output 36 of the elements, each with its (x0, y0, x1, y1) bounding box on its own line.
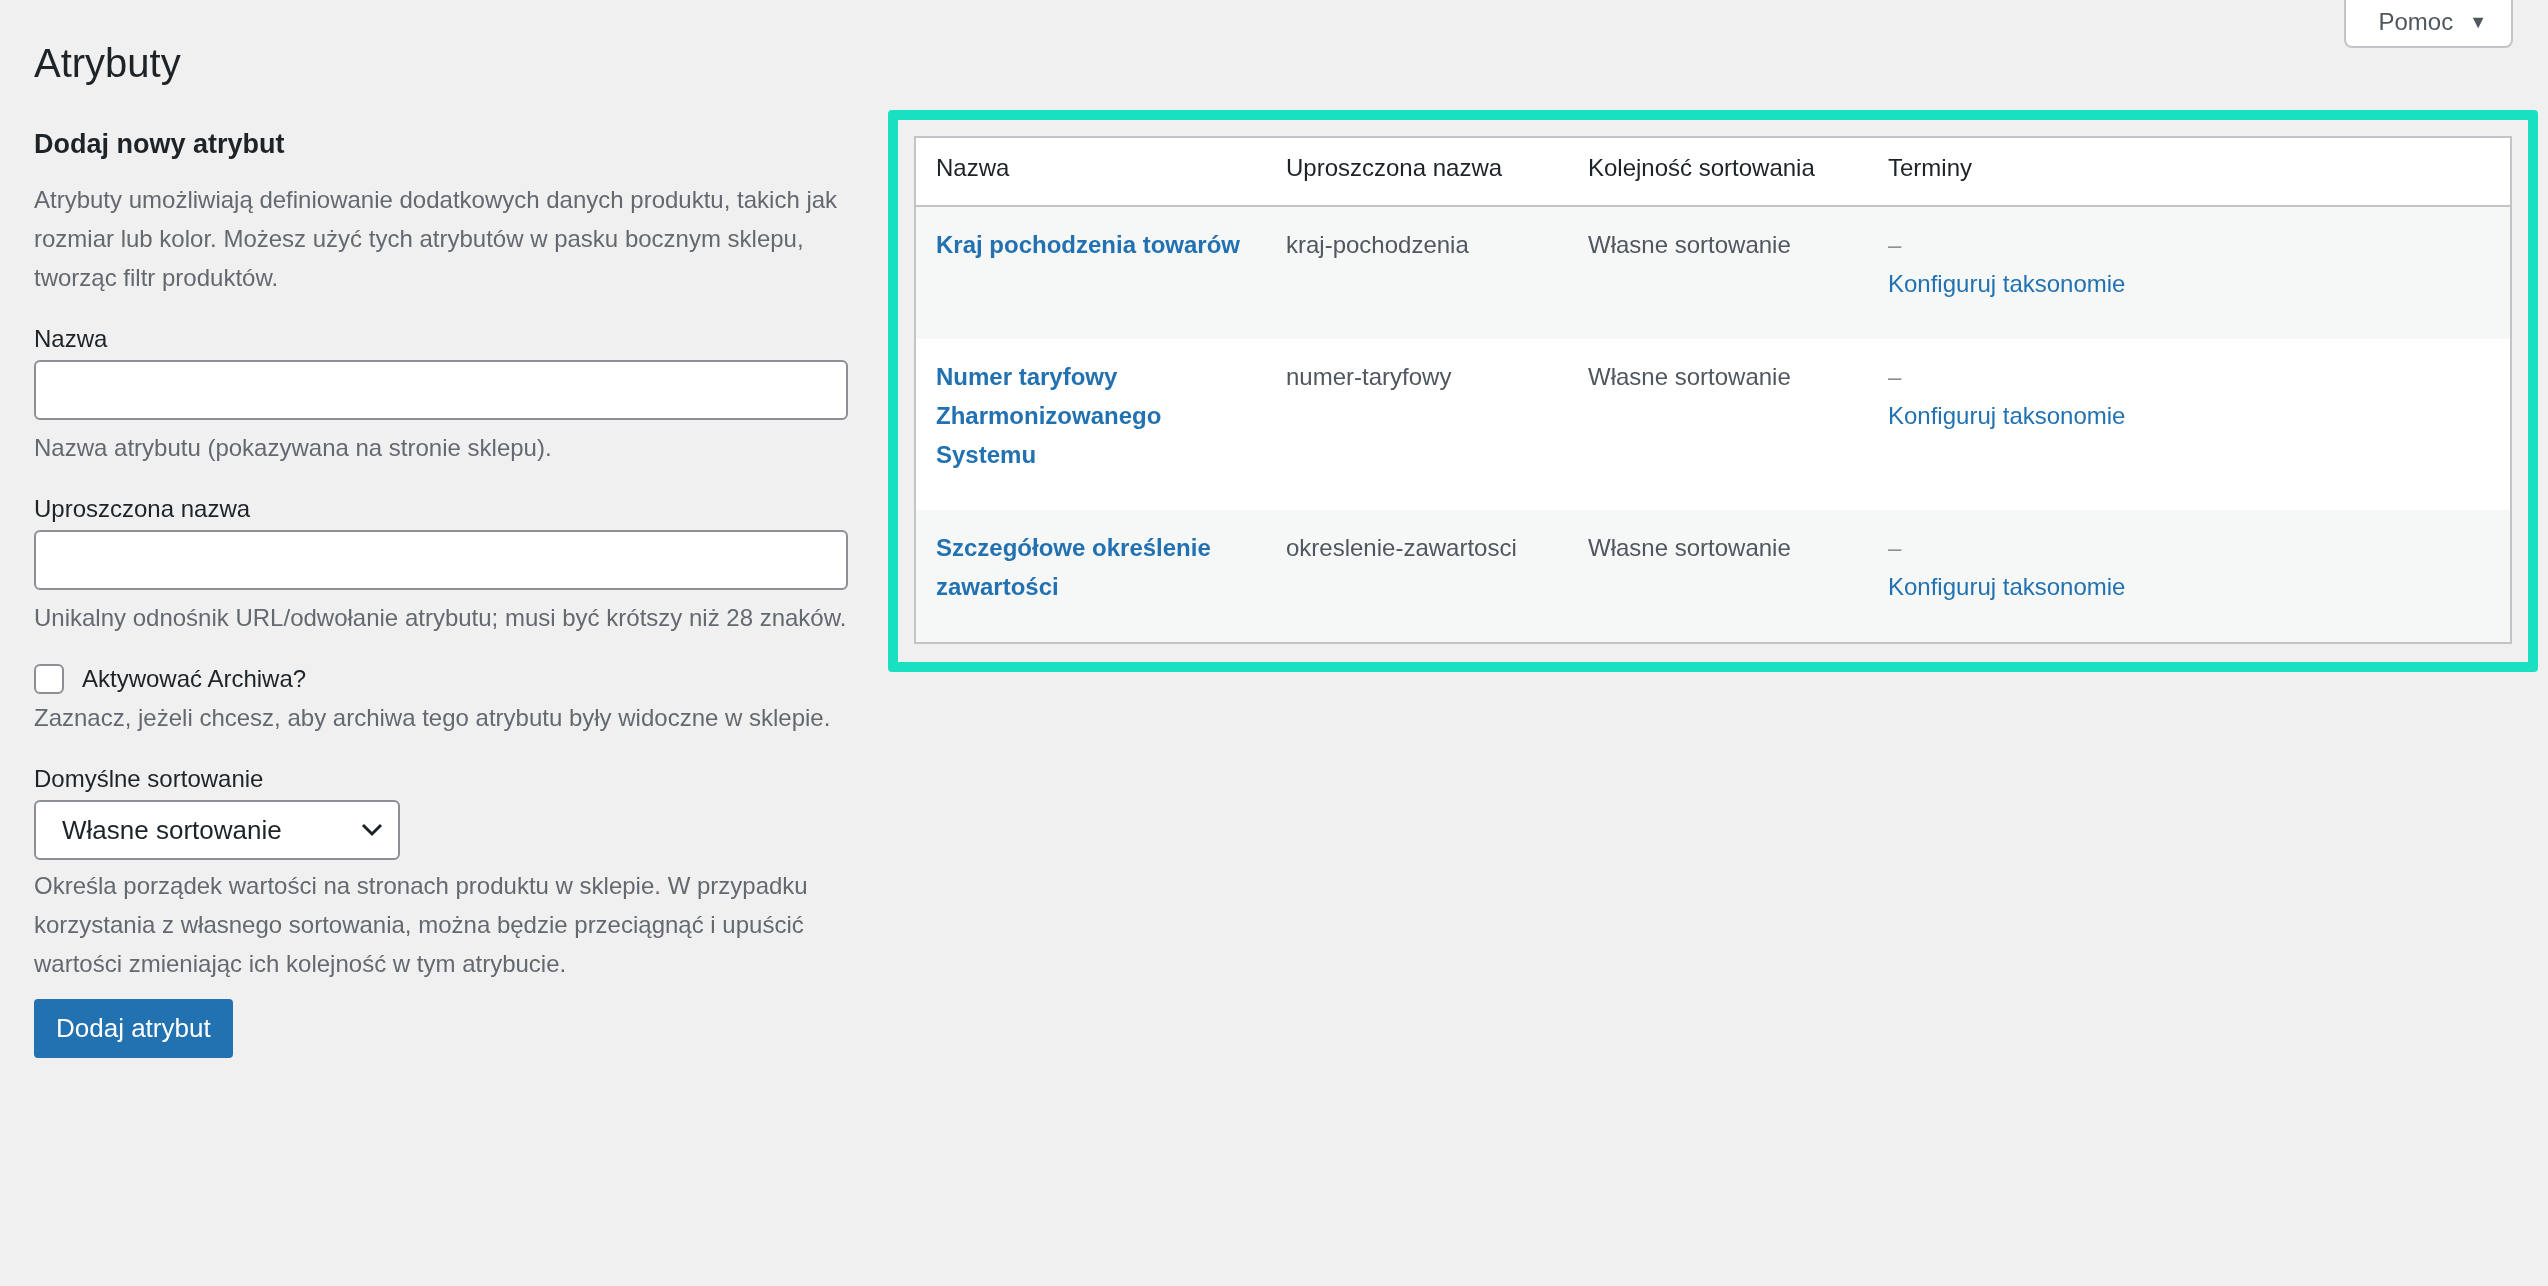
field-label: Nazwa (34, 324, 109, 354)
slug-cell: okreslenie-zawartosci (1286, 534, 1517, 561)
sort-order-cell: Własne sortowanie (1588, 363, 1791, 390)
field-description: Zaznacz, jeżeli chcesz, aby archiwa tego atrybutu były widoczne w sklepie. (34, 703, 832, 733)
terms-cell-text: – (1888, 230, 1902, 260)
terms-cell-text: – (1888, 362, 1902, 392)
form-intro: Atrybuty umożliwiają definiowanie dodatkowych danych produktu, takich jak rozmiar lub kolor. Możesz użyć tych atrybutów w pasku bocznym sklepu, tworząc filtr produktów. (34, 185, 839, 293)
field-label: Uproszczona nazwa (34, 494, 252, 524)
page-title: Atrybuty (34, 40, 181, 87)
sort-order-cell: Własne sortowanie (1588, 534, 1791, 561)
configure-terms-link[interactable]: Konfiguruj taksonomie (1888, 270, 2126, 297)
configure-terms-link[interactable]: Konfiguruj taksonomie (1888, 402, 2126, 429)
chevron-down-icon (360, 822, 384, 838)
configure-terms-link[interactable]: Konfiguruj taksonomie (1888, 573, 2126, 600)
field-label: Domyślne sortowanie (34, 764, 265, 794)
slug-cell: kraj-pochodzenia (1286, 231, 1469, 258)
input-field[interactable] (34, 530, 848, 590)
slug-cell: numer-taryfowy (1286, 363, 1452, 390)
field-description: Unikalny odnośnik URL/odwołanie atrybutu; musi być krótszy niż 28 znaków. (34, 603, 848, 633)
submit-button[interactable]: Dodaj atrybut (34, 999, 233, 1058)
sort-order-cell: Własne sortowanie (1588, 231, 1791, 258)
field-description: Nazwa atrybutu (pokazywana na stronie sklepu). (34, 433, 553, 463)
field-description: Określa porządek wartości na stronach produktu w sklepie. W przypadku korzystania z własnego sortowania, można będzie przeciągnąć i upuścić wartości zmieniając ich kolejność w tym atrybucie. (34, 871, 809, 979)
sort-select[interactable]: Własne sortowanie (34, 800, 400, 860)
input-field[interactable] (34, 360, 848, 420)
column-header: Nazwa (936, 154, 1010, 181)
terms-cell-text: – (1888, 533, 1902, 563)
column-header: Terminy (1888, 154, 1972, 181)
caret-icon: ▼ (2469, 11, 2487, 33)
help-button[interactable]: Pomoc ▼ (2344, 0, 2513, 48)
form-heading: Dodaj nowy atrybut (34, 128, 286, 161)
checkbox-label[interactable]: Aktywować Archiwa? (82, 659, 307, 698)
column-header: Kolejność sortowania (1588, 154, 1815, 181)
checkbox[interactable] (34, 663, 64, 694)
column-header: Uproszczona nazwa (1286, 154, 1503, 181)
attribute-name-link[interactable]: Numer taryfowy Zharmonizowanego Systemu (936, 357, 1246, 474)
